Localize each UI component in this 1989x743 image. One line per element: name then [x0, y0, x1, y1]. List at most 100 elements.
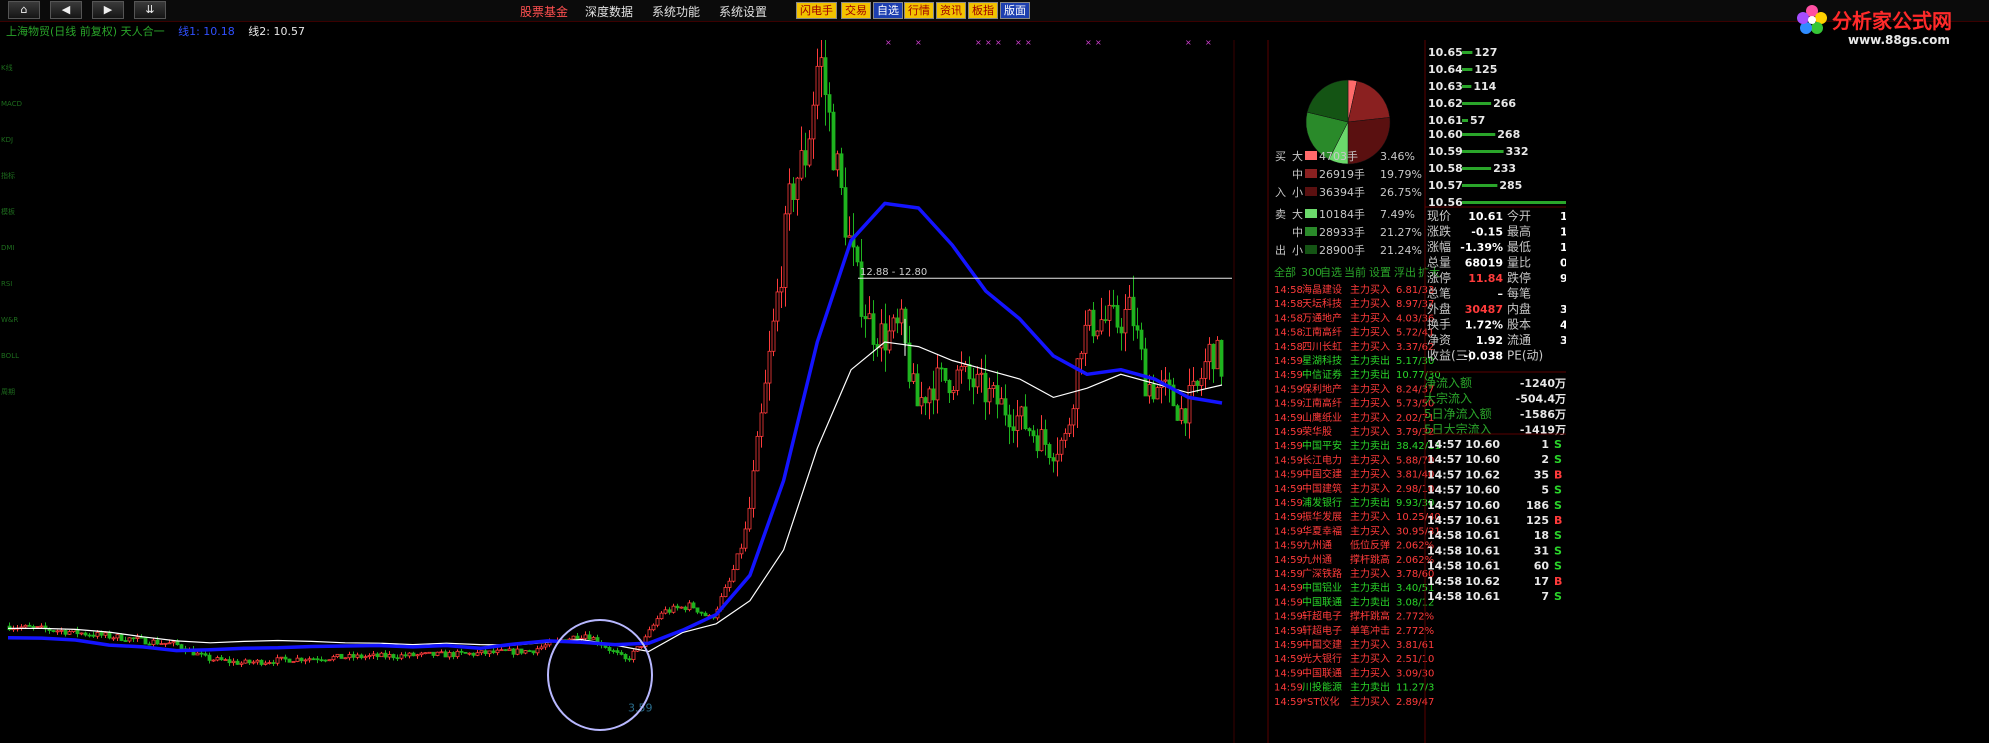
trade-row[interactable]: 14:59 轩超电子 单笔冲击 2.772% [1274, 624, 1434, 637]
bid-row[interactable]: 10.57 285 [1428, 179, 1522, 192]
quick-button-4[interactable]: 资讯 [936, 2, 966, 19]
trade-row[interactable]: 14:59 浦发银行 主力卖出 9.93/30 [1274, 496, 1434, 509]
quick-button-6[interactable]: 版面 [1000, 2, 1030, 19]
trade-row[interactable]: 14:59 中国联通 主力卖出 3.08/12 [1274, 595, 1434, 608]
trade-row[interactable]: 14:58 万通地产 主力买入 4.03/36 [1274, 311, 1434, 324]
quote-value: 68019 [1465, 257, 1503, 270]
kline-chart[interactable]: 18.0017.0016.0015.0014.0013.0012.0011.00… [0, 40, 1566, 743]
ask-row[interactable]: 10.62 266 [1428, 97, 1516, 110]
trade-row[interactable]: 14:58 四川长虹 主力买入 3.37/62 [1274, 340, 1434, 353]
list-tab[interactable]: 设置 [1369, 266, 1391, 279]
list-tab[interactable]: 当前 [1344, 265, 1366, 279]
ask-row[interactable]: 10.65 127 [1428, 46, 1497, 59]
trade-row[interactable]: 14:59 *ST仪化 主力买入 2.89/47 [1274, 695, 1434, 708]
order-depth-bar [1462, 133, 1496, 136]
candle-body [131, 637, 136, 640]
trade-row[interactable]: 14:59 广深铁路 主力买入 3.78/60 [1274, 567, 1434, 580]
tick-side: S [1554, 453, 1562, 466]
trade-row[interactable]: 14:59 星湖科技 主力卖出 5.17/30 [1274, 354, 1434, 367]
ask-row[interactable]: 10.63 114 [1428, 80, 1497, 93]
trade-kind: 撑杆跳高 [1350, 610, 1390, 623]
volume-kind-label: 中 [1292, 226, 1303, 239]
trade-row[interactable]: 14:59 中国联通 主力买入 3.09/30 [1274, 666, 1434, 679]
trade-row[interactable]: 14:58 江南高纤 主力买入 5.72/41 [1274, 326, 1434, 339]
candle-body [959, 366, 964, 371]
trade-row[interactable]: 14:59 华夏幸福 主力买入 30.95/31 [1274, 524, 1441, 537]
candle-body [55, 630, 60, 633]
trade-row[interactable]: 14:59 轩超电子 撑杆跳高 2.772% [1274, 610, 1434, 623]
bid-row[interactable]: 10.60 268 [1428, 128, 1520, 141]
trade-row[interactable]: 14:59 振华发展 主力买入 10.25/40 [1274, 510, 1441, 523]
menu-item-2[interactable]: 系统功能 [652, 3, 700, 20]
trade-row[interactable]: 14:59 荣华股 主力买入 3.79/32 [1274, 425, 1434, 438]
candle-body [795, 177, 800, 200]
quick-button-3[interactable]: 行情 [904, 2, 934, 19]
menu-item-1[interactable]: 深度数据 [585, 3, 633, 20]
candle-body [867, 313, 872, 320]
quote-row: 净资 1.92 流通 3.9 [1427, 333, 1566, 347]
candle-body [899, 308, 904, 324]
quick-button-0[interactable]: 闪电手 [796, 2, 837, 19]
trade-row[interactable]: 14:59 光大银行 主力买入 2.51/10 [1274, 652, 1434, 665]
trade-row[interactable]: 14:58 海晶建设 主力买入 6.81/33 [1274, 283, 1434, 296]
list-tab[interactable]: 300 [1301, 266, 1322, 279]
trade-row[interactable]: 14:59 山鹰纸业 主力买入 2.02/71 [1274, 411, 1434, 424]
trade-row[interactable]: 14:59 川投能源 主力卖出 11.27/3 [1274, 681, 1434, 694]
trade-row[interactable]: 14:59 九州通 低位反弹 2.062% [1274, 539, 1434, 552]
tick-price: 10.60 [1465, 438, 1500, 451]
quick-button-2[interactable]: 自选 [873, 2, 903, 19]
list-tab[interactable]: 浮出 [1394, 265, 1416, 279]
tick-side: S [1554, 590, 1562, 603]
double-chevron-down-icon[interactable]: ⇊ [134, 1, 166, 19]
ask-row[interactable]: 10.64 125 [1428, 63, 1497, 76]
candle-body [731, 569, 736, 582]
candle-body [23, 624, 28, 628]
trade-row[interactable]: 14:59 中国铝业 主力卖出 3.40/51 [1274, 581, 1434, 594]
trade-row[interactable]: 14:59 中国建筑 主力买入 2.98/10 [1274, 482, 1434, 495]
trade-row[interactable]: 14:59 中国交建 主力买入 3.81/40 [1274, 468, 1434, 481]
trade-row[interactable]: 14:59 江南高纤 主力买入 5.73/50 [1274, 397, 1434, 410]
candle-body [1183, 408, 1188, 424]
list-tab[interactable]: 全部 [1274, 265, 1296, 279]
trade-row[interactable]: 14:59 中信证券 主力卖出 10.77/30 [1274, 368, 1441, 381]
chart-header: 上海物贸(日线 前复权) 天人合一 线1: 10.18 线2: 10.57 [6, 23, 305, 39]
trade-time: 14:59 [1274, 484, 1303, 495]
menu-item-0[interactable]: 股票基金 [520, 3, 568, 20]
signal-marker: × [1025, 40, 1032, 47]
candle-body [167, 642, 172, 645]
quick-button-5[interactable]: 板指 [968, 2, 998, 19]
trade-row[interactable]: 14:59 保利地产 主力买入 8.24/37 [1274, 382, 1434, 395]
bid-row[interactable]: 10.59 332 [1428, 145, 1529, 158]
volume-kind-label: 小 [1292, 244, 1303, 257]
arrow-left-icon[interactable]: ◀ [50, 1, 82, 19]
trade-value: 3.81/61 [1396, 640, 1434, 651]
menu-item-3[interactable]: 系统设置 [719, 3, 767, 20]
arrow-right-icon[interactable]: ▶ [92, 1, 124, 19]
trade-row[interactable]: 14:59 九州通 撑杆跳高 2.062% [1274, 553, 1434, 566]
candle-body [127, 637, 132, 642]
candle-body [231, 660, 236, 664]
kline-chart-canvas[interactable]: 18.0017.0016.0015.0014.0013.0012.0011.00… [0, 40, 1566, 743]
bid-row[interactable]: 10.58 233 [1428, 162, 1516, 175]
order-price: 10.61 [1428, 114, 1463, 127]
candle-body [1015, 415, 1020, 431]
side-indicator-label: 周期 [1, 388, 15, 396]
candle-body [499, 649, 504, 652]
list-tab[interactable]: 自选 [1320, 266, 1342, 279]
signal-marker: × [1095, 40, 1102, 47]
volume-percent: 3.46% [1380, 150, 1415, 163]
trade-row[interactable]: 14:59 中国交建 主力买入 3.81/61 [1274, 638, 1434, 651]
candle-body [1047, 444, 1052, 459]
quick-button-1[interactable]: 交易 [841, 2, 871, 19]
trade-row[interactable]: 14:59 长江电力 主力买入 5.88/70 [1274, 453, 1434, 466]
quote-row: 总量 68019 量比 0 [1427, 256, 1566, 270]
trade-row[interactable]: 14:59 中国平安 主力卖出 38.42/11 [1274, 439, 1441, 452]
candle-body [483, 650, 488, 655]
candle-body [843, 187, 848, 238]
tick-side: S [1554, 544, 1562, 557]
quote-value: – [1498, 288, 1504, 301]
home-icon[interactable]: ⌂ [8, 1, 40, 19]
trade-kind: 主力买入 [1350, 510, 1390, 523]
ask-row[interactable]: 10.61 57 [1428, 114, 1485, 127]
trade-row[interactable]: 14:58 天坛科技 主力买入 8.97/37 [1274, 297, 1434, 310]
